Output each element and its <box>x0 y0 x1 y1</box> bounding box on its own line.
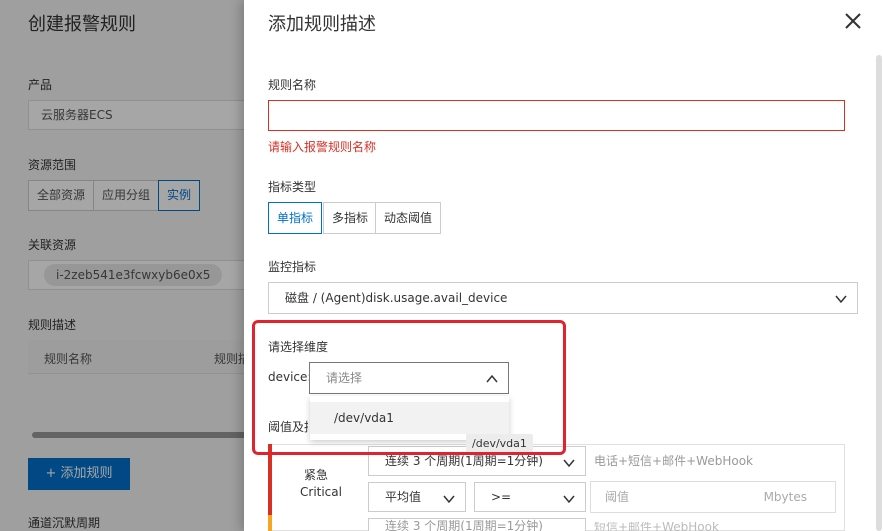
metric-type-dynamic[interactable]: 动态阈值 <box>375 202 442 234</box>
chevron-down-icon <box>563 459 575 468</box>
level-cn: 紧急 <box>304 468 329 482</box>
monitor-label: 监控指标 <box>268 260 317 274</box>
channels-text: 电话+短信+邮件+WebHook <box>594 454 753 468</box>
close-icon <box>845 13 861 29</box>
device-placeholder: 请选择 <box>326 371 363 385</box>
panel-title: 添加规则描述 <box>268 14 376 35</box>
modal-overlay[interactable] <box>0 0 244 531</box>
rule-name-input[interactable] <box>268 100 845 131</box>
threshold-placeholder: 阈值 <box>605 490 630 504</box>
rule-name-label: 规则名称 <box>268 78 317 92</box>
chevron-down-icon <box>563 495 575 504</box>
metric-type-label: 指标类型 <box>268 180 317 194</box>
operator-value: >= <box>491 490 512 504</box>
dropdown-option-vda1[interactable]: /dev/vda1 <box>310 402 509 434</box>
stat-value: 平均值 <box>385 490 422 504</box>
threshold-label: 阈值及报警 <box>268 420 308 434</box>
option-tooltip: /dev/vda1 <box>466 434 533 454</box>
warn-level-bar <box>268 515 272 531</box>
channels-text-2: 短信+邮件+WebHook <box>594 522 719 531</box>
critical-level-bar <box>268 444 272 515</box>
metric-type-multi[interactable]: 多指标 <box>323 202 378 234</box>
rule-name-error: 请输入报警规则名称 <box>268 140 377 154</box>
panel-scrollbar[interactable] <box>876 55 882 531</box>
chevron-down-icon <box>443 495 455 504</box>
dimension-label: 请选择维度 <box>268 340 329 354</box>
device-label: device: <box>268 370 312 384</box>
operator-select[interactable]: >= <box>474 482 586 512</box>
chevron-up-icon <box>486 374 498 383</box>
chevron-down-icon <box>835 295 847 304</box>
close-button[interactable] <box>840 8 866 34</box>
level-en: Critical <box>300 485 342 499</box>
metric-type-single[interactable]: 单指标 <box>268 202 323 234</box>
period-select-2[interactable]: 连续 3 个周期(1周期=1分钟) <box>368 518 586 531</box>
period-value: 连续 3 个周期(1周期=1分钟) <box>385 454 543 468</box>
monitor-value: 磁盘 / (Agent)disk.usage.avail_device <box>285 291 508 305</box>
threshold-unit: Mbytes <box>763 490 807 504</box>
stat-select[interactable]: 平均值 <box>368 482 466 512</box>
monitor-select[interactable]: 磁盘 / (Agent)disk.usage.avail_device <box>268 282 858 314</box>
panel-header: 添加规则描述 <box>244 0 883 44</box>
add-rule-panel: 添加规则描述 规则名称 请输入报警规则名称 指标类型 单指标 多指标 动态阈值 … <box>244 0 883 531</box>
device-select[interactable]: 请选择 <box>309 362 509 394</box>
threshold-input[interactable]: 阈值 Mbytes <box>590 481 836 513</box>
